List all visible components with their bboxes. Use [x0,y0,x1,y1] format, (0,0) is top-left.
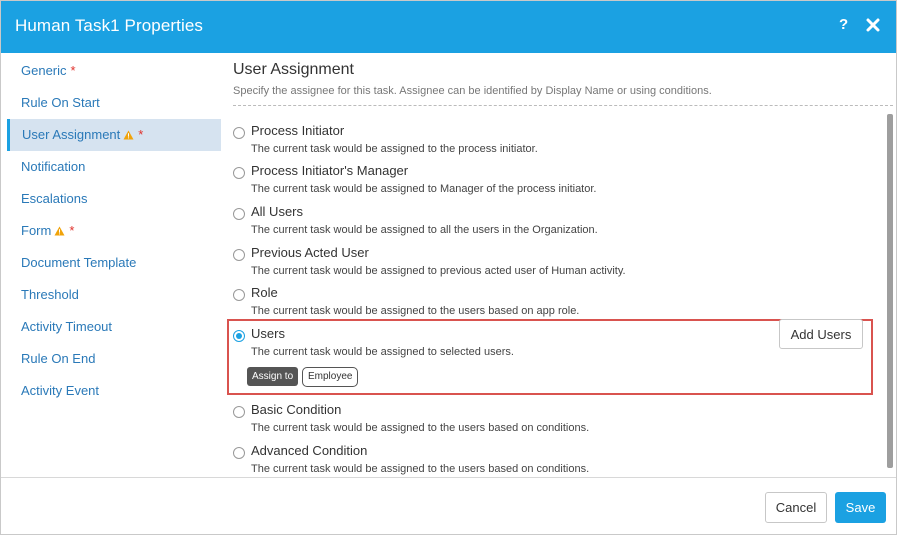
sidebar: Generic * Rule On Start User Assignment * … [1,53,223,477]
radio-process-initiators-manager[interactable] [233,167,245,179]
sidebar-item-label: Generic [21,63,67,78]
sidebar-item-label: Notification [21,159,86,174]
option-label: Process Initiator's Manager [251,163,409,178]
sidebar-item-rule-on-end[interactable]: Rule On End [7,343,221,375]
close-icon[interactable] [865,17,881,33]
sidebar-item-escalations[interactable]: Escalations [7,183,221,215]
radio-advanced-condition[interactable] [233,447,245,459]
save-button[interactable]: Save [835,492,886,523]
radio-users[interactable] [233,330,245,342]
sidebar-item-label: Activity Event [21,383,100,398]
radio-all-users[interactable] [233,208,245,220]
sidebar-item-threshold[interactable]: Threshold [7,279,221,311]
dialog-title: Human Task1 Properties [15,16,204,35]
sidebar-item-generic[interactable]: Generic * [7,55,221,87]
assignee-tag[interactable]: Employee [302,367,359,387]
option-description: The current task would be assigned to th… [251,143,538,155]
sidebar-item-label: Rule On End [21,351,96,366]
sidebar-item-label: Escalations [21,191,88,206]
radio-process-initiator[interactable] [233,127,245,139]
option-label: All Users [251,204,304,219]
sidebar-item-activity-timeout[interactable]: Activity Timeout [7,311,221,343]
option-label: Process Initiator [251,123,345,138]
option-description: The current task would be assigned to Ma… [251,183,597,195]
option-label: Advanced Condition [251,443,368,458]
radio-basic-condition[interactable] [233,406,245,418]
main-panel: User Assignment Specify the assignee for… [223,53,896,477]
sidebar-item-form[interactable]: Form * [7,215,221,247]
add-users-button[interactable]: Add Users [779,319,863,349]
option-description: The current task would be assigned to se… [251,346,514,358]
radio-role[interactable] [233,289,245,301]
sidebar-item-label: Form [21,223,52,238]
assign-to-label: Assign to [247,367,299,386]
sidebar-item-label: Threshold [21,287,79,302]
help-icon[interactable]: ? [839,16,848,33]
required-marker: * [69,223,75,238]
required-marker: * [70,63,76,78]
option-description: The current task would be assigned to th… [251,463,590,475]
sidebar-item-rule-on-start[interactable]: Rule On Start [7,87,221,119]
option-label: Basic Condition [251,402,342,417]
radio-previous-acted-user[interactable] [233,249,245,261]
option-label: Role [251,285,278,300]
sidebar-item-label: Rule On Start [21,95,100,110]
sidebar-item-label: Activity Timeout [21,319,113,334]
option-description: The current task would be assigned to al… [251,224,598,236]
warning-icon [54,226,65,236]
option-label: Previous Acted User [251,245,369,260]
sidebar-item-label: User Assignment [22,127,121,142]
sidebar-item-user-assignment[interactable]: User Assignment * [7,119,221,151]
sidebar-item-document-template[interactable]: Document Template [7,247,221,279]
section-description: Specify the assignee for this task. Assi… [233,85,712,97]
required-marker: * [138,127,144,142]
dialog-footer: Cancel Save [1,477,896,534]
option-description: The current task would be assigned to th… [251,422,590,434]
divider [233,105,893,106]
section-title: User Assignment [233,61,354,78]
vertical-scrollbar[interactable] [887,114,893,468]
option-description: The current task would be assigned to th… [251,305,580,317]
sidebar-item-label: Document Template [21,255,137,270]
properties-dialog: Human Task1 Properties ? Generic * Rule O… [0,0,897,535]
dialog-header: Human Task1 Properties ? [1,1,896,53]
option-description: The current task would be assigned to pr… [251,265,626,277]
cancel-button[interactable]: Cancel [765,492,827,523]
warning-icon [123,130,134,140]
sidebar-item-activity-event[interactable]: Activity Event [7,375,221,407]
option-label: Users [251,326,285,341]
sidebar-item-notification[interactable]: Notification [7,151,221,183]
